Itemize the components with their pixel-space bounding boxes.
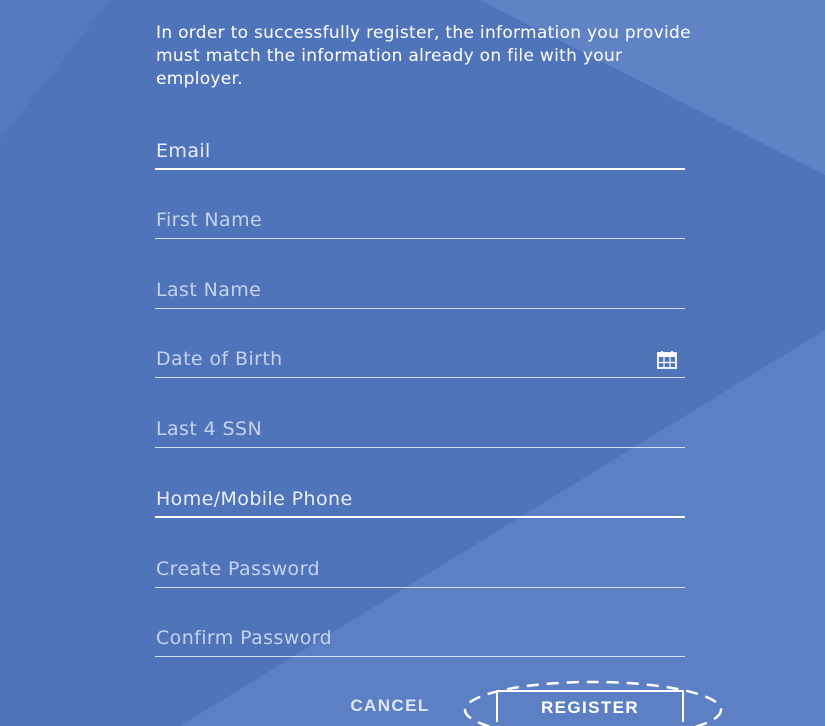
email-underline (155, 168, 685, 170)
first-name-underline (155, 238, 685, 239)
first-name-placeholder: First Name (156, 209, 263, 231)
date-of-birth-field[interactable]: Date of Birth (155, 344, 685, 378)
registration-instructions: In order to successfully register, the i… (156, 23, 691, 89)
first-name-field[interactable]: First Name (155, 205, 685, 239)
last-name-field[interactable]: Last Name (155, 275, 685, 309)
create-password-underline (155, 587, 685, 588)
confirm-password-field[interactable]: Confirm Password (155, 623, 685, 657)
last4-ssn-underline (155, 447, 685, 448)
phone-placeholder: Home/Mobile Phone (156, 488, 353, 510)
last-name-underline (155, 308, 685, 309)
email-placeholder: Email (156, 140, 211, 162)
last4-ssn-placeholder: Last 4 SSN (156, 418, 263, 440)
confirm-password-underline (155, 656, 685, 657)
phone-underline (155, 516, 685, 518)
confirm-password-placeholder: Confirm Password (156, 627, 333, 649)
last-name-placeholder: Last Name (156, 279, 262, 301)
create-password-field[interactable]: Create Password (155, 554, 685, 588)
cancel-button[interactable]: CANCEL (330, 690, 450, 722)
calendar-icon[interactable] (657, 351, 677, 369)
date-of-birth-placeholder: Date of Birth (156, 348, 283, 370)
create-password-placeholder: Create Password (156, 558, 320, 580)
last4-ssn-field[interactable]: Last 4 SSN (155, 414, 685, 448)
date-of-birth-underline (155, 377, 685, 378)
email-field[interactable]: Email (155, 136, 685, 170)
register-button[interactable]: REGISTER (496, 690, 684, 722)
phone-field[interactable]: Home/Mobile Phone (155, 484, 685, 518)
